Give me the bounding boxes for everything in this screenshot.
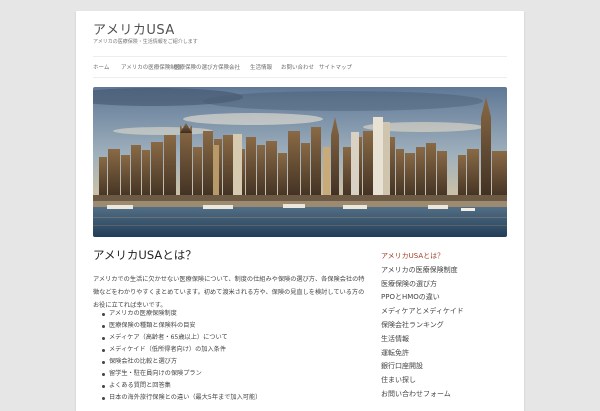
- nav-item-contact[interactable]: お問い合わせ: [281, 63, 314, 71]
- list-item: 医療保険の種類と保険料の目安: [93, 320, 368, 332]
- sidebar-item[interactable]: アメリカの医療保険制度: [381, 263, 507, 277]
- entry-paragraph: アメリカでの生活に欠かせない医療保険について、制度の仕組みや保険の選び方、各保険…: [93, 276, 365, 309]
- site-description: アメリカの医療保険・生活情報をご紹介します: [93, 39, 198, 45]
- sidebar-menu: アメリカUSAとは？ アメリカの医療保険制度 医療保険の選び方 PPOとHMOの…: [381, 249, 507, 401]
- entry-list: アメリカの医療保険制度 医療保険の種類と保険料の目安 メディケア（高齢者・65歳…: [93, 308, 368, 404]
- sidebar-item[interactable]: 医療保険の選び方: [381, 277, 507, 291]
- entry-title: アメリカUSAとは？: [93, 248, 197, 262]
- sidebar-item[interactable]: 保険会社ランキング: [381, 318, 507, 332]
- header-image: [93, 87, 507, 237]
- sidebar-item[interactable]: 住まい探し: [381, 373, 507, 387]
- list-item: 保険会社の比較と選び方: [93, 356, 368, 368]
- list-item: メディケイド（低所得者向け）の加入条件: [93, 344, 368, 356]
- list-item: 日本の海外旅行保険との違い（最大5年まで加入可能）: [93, 392, 368, 404]
- main-navigation: ホーム アメリカの医療保険制度 医療保険の選び方 保険会社 生活情報 お問い合わ…: [93, 56, 507, 78]
- site-title[interactable]: アメリカUSA: [93, 19, 175, 38]
- sidebar-item[interactable]: 銀行口座開設: [381, 359, 507, 373]
- sidebar-item-current[interactable]: アメリカUSAとは？: [381, 249, 507, 263]
- sidebar-item[interactable]: 運転免許: [381, 346, 507, 360]
- list-item: メディケア（高齢者・65歳以上）について: [93, 332, 368, 344]
- nav-item-living-info[interactable]: 生活情報: [250, 63, 272, 71]
- nav-item-sitemap[interactable]: サイトマップ: [319, 63, 352, 71]
- nav-item-home[interactable]: ホーム: [93, 63, 109, 71]
- sidebar-item[interactable]: 生活情報: [381, 332, 507, 346]
- sidebar-item[interactable]: お問い合わせフォーム: [381, 387, 507, 401]
- page-container: アメリカUSA アメリカの医療保険・生活情報をご紹介します ホーム アメリカの医…: [76, 11, 524, 411]
- nav-item-insurers[interactable]: 保険会社: [218, 63, 240, 71]
- city-skyline-image: [93, 87, 507, 237]
- list-item: アメリカの医療保険制度: [93, 308, 368, 320]
- sidebar-item[interactable]: PPOとHMOの違い: [381, 290, 507, 304]
- list-item: 留学生・駐在員向けの保険プラン: [93, 368, 368, 380]
- list-item: よくある質問と回答集: [93, 380, 368, 392]
- nav-item-how-to-choose[interactable]: 医療保険の選び方: [174, 63, 218, 71]
- nav-item-insurance-system[interactable]: アメリカの医療保険制度: [121, 63, 181, 71]
- sidebar-item[interactable]: メディケアとメディケイド: [381, 304, 507, 318]
